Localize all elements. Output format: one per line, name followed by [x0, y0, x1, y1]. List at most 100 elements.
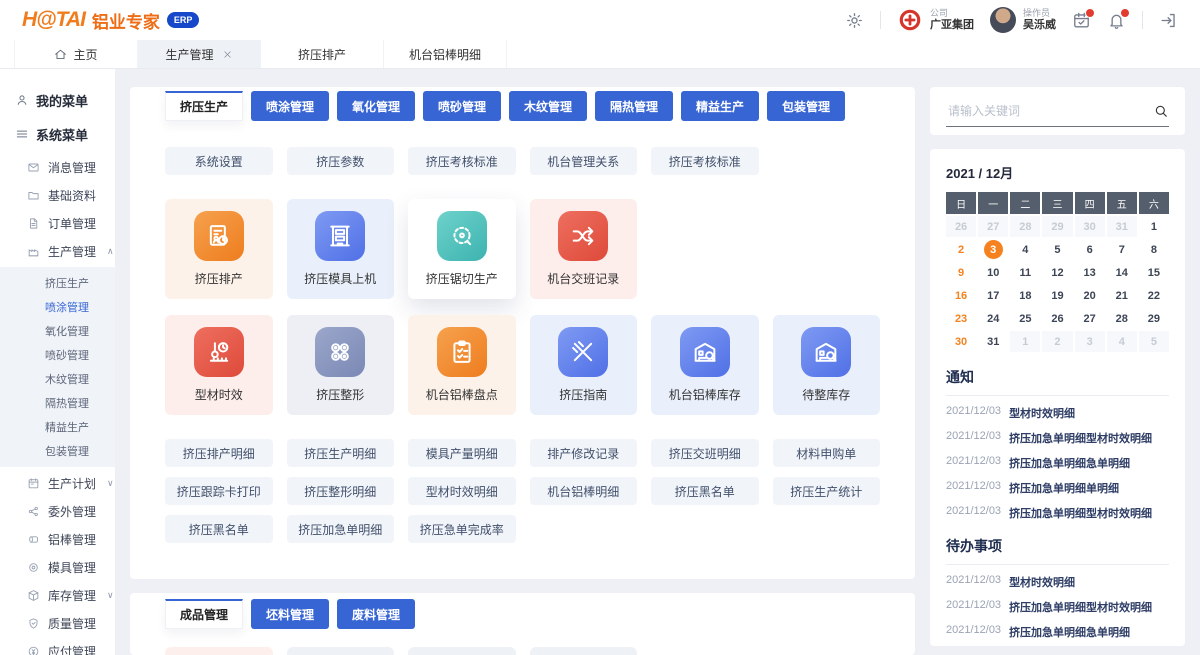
- tasks-calendar-icon[interactable]: [1072, 11, 1091, 30]
- tab-extrusion-scheduling[interactable]: 挤压排产: [261, 40, 384, 68]
- calendar-day[interactable]: 3: [978, 239, 1008, 260]
- feature-card[interactable]: 挤压指南: [530, 315, 638, 415]
- calendar-day[interactable]: 10: [978, 262, 1008, 283]
- calendar-day[interactable]: 18: [1010, 285, 1040, 306]
- quick-link-button[interactable]: 挤压参数: [287, 147, 395, 175]
- sidebar-item[interactable]: 消息管理: [0, 153, 115, 181]
- module-tab[interactable]: 废料管理: [337, 599, 415, 629]
- module-tab[interactable]: 喷砂管理: [423, 91, 501, 121]
- calendar-day[interactable]: 31: [978, 331, 1008, 352]
- calendar-day[interactable]: 20: [1075, 285, 1105, 306]
- calendar-day[interactable]: 13: [1075, 262, 1105, 283]
- sidebar-item[interactable]: 委外管理: [0, 497, 115, 525]
- feature-card[interactable]: 型材时效: [165, 315, 273, 415]
- detail-link-button[interactable]: 挤压生产统计: [773, 477, 881, 505]
- calendar-day[interactable]: 5: [1139, 331, 1169, 352]
- calendar-day[interactable]: 15: [1139, 262, 1169, 283]
- sidebar-subitem[interactable]: 精益生产: [0, 415, 115, 439]
- detail-link-button[interactable]: 挤压黑名单: [165, 515, 273, 543]
- module-tab[interactable]: 成品管理: [165, 599, 243, 629]
- calendar-day[interactable]: 4: [1010, 239, 1040, 260]
- todo-item[interactable]: 2021/12/03 型材时效明细: [946, 574, 1169, 590]
- todo-item[interactable]: 2021/12/03 挤压加急单明细型材时效明细: [946, 599, 1169, 615]
- feature-card[interactable]: 挤压锯切生产: [408, 199, 516, 299]
- logout-icon[interactable]: [1159, 11, 1178, 30]
- calendar-day[interactable]: 1: [1010, 331, 1040, 352]
- detail-link-button[interactable]: 挤压排产明细: [165, 439, 273, 467]
- calendar-day[interactable]: 5: [1042, 239, 1072, 260]
- detail-link-button[interactable]: 排产修改记录: [530, 439, 638, 467]
- notice-item[interactable]: 2021/12/03 型材时效明细: [946, 405, 1169, 421]
- calendar-day[interactable]: 28: [1107, 308, 1137, 329]
- detail-link-button[interactable]: 模具产量明细: [408, 439, 516, 467]
- calendar-day[interactable]: 17: [978, 285, 1008, 306]
- search-input[interactable]: [946, 103, 1153, 119]
- module-tab[interactable]: 挤压生产: [165, 91, 243, 121]
- calendar-day[interactable]: 29: [1042, 216, 1072, 237]
- calendar-day[interactable]: 25: [1010, 308, 1040, 329]
- calendar-day[interactable]: 24: [978, 308, 1008, 329]
- module-tab[interactable]: 氧化管理: [337, 91, 415, 121]
- calendar-day[interactable]: 2: [946, 239, 976, 260]
- calendar-day[interactable]: 7: [1107, 239, 1137, 260]
- feature-card[interactable]: 机台铝棒库存: [651, 315, 759, 415]
- detail-link-button[interactable]: 挤压整形明细: [287, 477, 395, 505]
- calendar-day[interactable]: 4: [1107, 331, 1137, 352]
- calendar-day[interactable]: 6: [1075, 239, 1105, 260]
- feature-card[interactable]: 机台铝棒盘点: [408, 315, 516, 415]
- sidebar-item-production[interactable]: 生产管理 ∧: [0, 237, 115, 265]
- calendar-day[interactable]: 19: [1042, 285, 1072, 306]
- sidebar-item[interactable]: 库存管理 ∨: [0, 581, 115, 609]
- calendar-day[interactable]: 1: [1139, 216, 1169, 237]
- calendar-day[interactable]: 14: [1107, 262, 1137, 283]
- calendar-day[interactable]: 8: [1139, 239, 1169, 260]
- calendar-day[interactable]: 26: [946, 216, 976, 237]
- notice-item[interactable]: 2021/12/03 挤压加急单明细型材时效明细: [946, 430, 1169, 446]
- notice-item[interactable]: 2021/12/03 挤压加急单明细急单明细: [946, 455, 1169, 471]
- system-menu-header[interactable]: 系统菜单: [0, 119, 115, 149]
- tab-production-management[interactable]: 生产管理: [138, 40, 261, 68]
- feature-card[interactable]: 待整库存: [773, 315, 881, 415]
- sidebar-item[interactable]: 铝棒管理: [0, 525, 115, 553]
- sidebar-subitem[interactable]: 喷砂管理: [0, 343, 115, 367]
- module-tab[interactable]: 包装管理: [767, 91, 845, 121]
- calendar-day[interactable]: 30: [946, 331, 976, 352]
- operator-info[interactable]: 操作员 吴泺威: [990, 7, 1056, 33]
- calendar-day[interactable]: 27: [978, 216, 1008, 237]
- module-tab[interactable]: 坯料管理: [251, 599, 329, 629]
- detail-link-button[interactable]: 挤压交班明细: [651, 439, 759, 467]
- notifications-bell-icon[interactable]: [1107, 11, 1126, 30]
- tab-machine-rod-detail[interactable]: 机台铝棒明细: [384, 40, 507, 68]
- calendar-day[interactable]: 30: [1075, 216, 1105, 237]
- sidebar-item[interactable]: 基础资料: [0, 181, 115, 209]
- calendar-day[interactable]: 27: [1075, 308, 1105, 329]
- detail-link-button[interactable]: 挤压急单完成率: [408, 515, 516, 543]
- detail-link-button[interactable]: 挤压跟踪卡打印: [165, 477, 273, 505]
- company-info[interactable]: 公司 广亚集团: [897, 7, 974, 33]
- detail-link-button[interactable]: 挤压黑名单: [651, 477, 759, 505]
- calendar-day[interactable]: 28: [1010, 216, 1040, 237]
- sidebar-item[interactable]: 质量管理: [0, 609, 115, 637]
- notice-item[interactable]: 2021/12/03 挤压加急单明细单明细: [946, 480, 1169, 496]
- quick-link-button[interactable]: 挤压考核标准: [408, 147, 516, 175]
- quick-link-button[interactable]: 系统设置: [165, 147, 273, 175]
- feature-card[interactable]: 挤压模具上机: [287, 199, 395, 299]
- notice-item[interactable]: 2021/12/03 挤压加急单明细型材时效明细: [946, 505, 1169, 521]
- feature-card[interactable]: 挤压排产: [165, 199, 273, 299]
- quick-link-button[interactable]: 挤压考核标准: [651, 147, 759, 175]
- module-tab[interactable]: 喷涂管理: [251, 91, 329, 121]
- calendar-day[interactable]: 29: [1139, 308, 1169, 329]
- close-icon[interactable]: [222, 49, 233, 60]
- sidebar-subitem[interactable]: 喷涂管理: [0, 295, 115, 319]
- module-tab[interactable]: 精益生产: [681, 91, 759, 121]
- calendar-day[interactable]: 16: [946, 285, 976, 306]
- sidebar-item[interactable]: 模具管理: [0, 553, 115, 581]
- todo-item[interactable]: 2021/12/03 挤压加急单明细急单明细: [946, 624, 1169, 640]
- detail-link-button[interactable]: 材料申购单: [773, 439, 881, 467]
- quick-link-button[interactable]: 机台管理关系: [530, 147, 638, 175]
- detail-link-button[interactable]: 挤压加急单明细: [287, 515, 395, 543]
- calendar-day[interactable]: 3: [1075, 331, 1105, 352]
- sidebar-item[interactable]: 应付管理: [0, 637, 115, 655]
- sidebar-subitem[interactable]: 隔热管理: [0, 391, 115, 415]
- sidebar-subitem[interactable]: 氧化管理: [0, 319, 115, 343]
